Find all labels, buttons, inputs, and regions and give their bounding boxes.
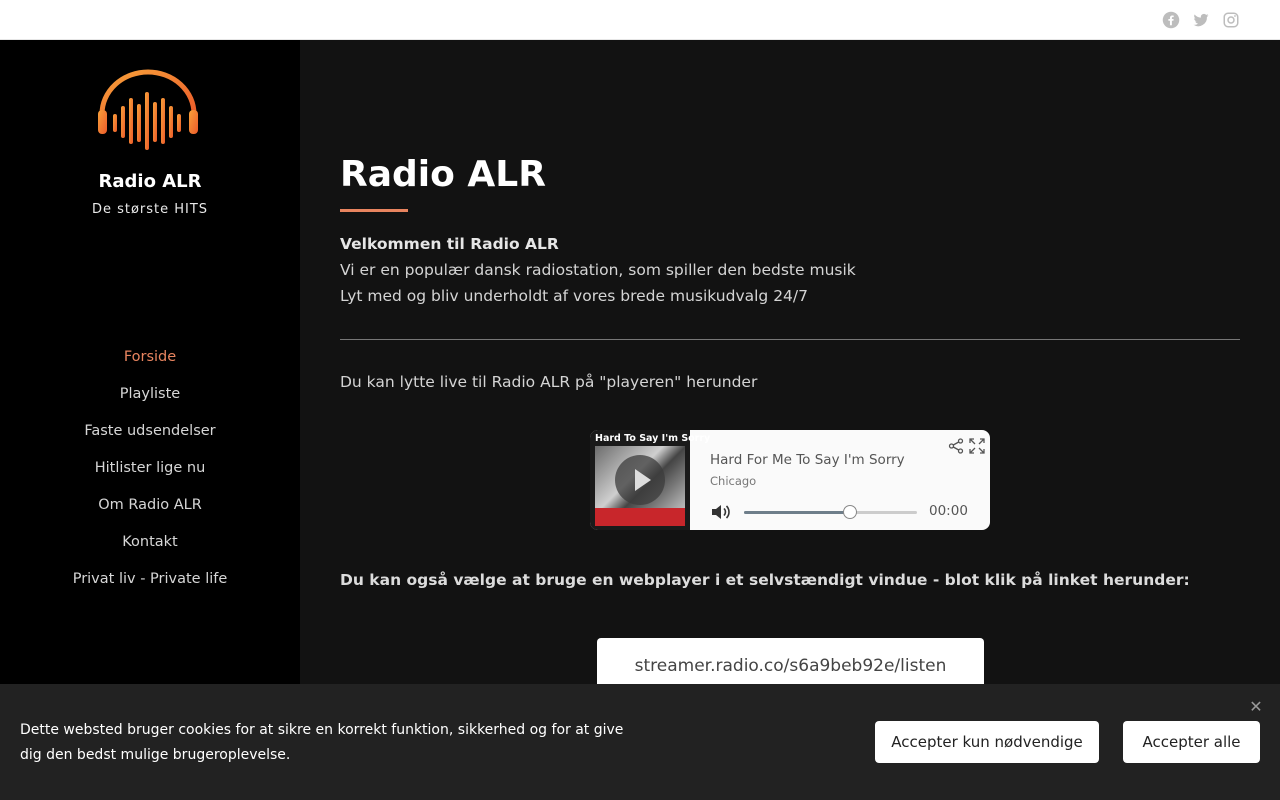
divider: [340, 339, 1240, 340]
volume-slider[interactable]: [744, 505, 917, 519]
close-icon[interactable]: ✕: [1247, 698, 1265, 716]
intro-line-2: Lyt med og bliv underholdt af vores bred…: [340, 287, 809, 305]
twitter-icon[interactable]: [1192, 11, 1210, 29]
social-links: [1162, 11, 1240, 29]
nav-item-privat-liv[interactable]: Privat liv - Private life: [0, 569, 300, 606]
play-icon[interactable]: [615, 455, 665, 505]
instagram-icon[interactable]: [1222, 11, 1240, 29]
facebook-icon[interactable]: [1162, 11, 1180, 29]
cookie-text: Dette websted bruger cookies for at sikr…: [20, 722, 624, 763]
title-underline: [340, 209, 408, 212]
nav-item-forside[interactable]: Forside: [0, 347, 300, 384]
nav-item-playliste[interactable]: Playliste: [0, 384, 300, 421]
album-cover-title: Hard To Say I'm Sorry: [595, 433, 711, 444]
intro-line-1: Vi er en populær dansk radiostation, som…: [340, 261, 856, 279]
album-cover: Hard To Say I'm Sorry: [590, 430, 710, 530]
track-title: Hard For Me To Say I'm Sorry: [710, 452, 905, 468]
volume-icon[interactable]: [710, 502, 730, 522]
nav-item-kontakt[interactable]: Kontakt: [0, 532, 300, 569]
radio-player: Hard To Say I'm Sorry Hard For Me To Say…: [590, 430, 990, 530]
intro-bold: Velkommen til Radio ALR: [340, 235, 559, 253]
page-title: Radio ALR: [340, 154, 546, 195]
share-icon[interactable]: [948, 438, 964, 454]
accept-necessary-button[interactable]: Accepter kun nødvendige: [875, 721, 1099, 763]
site-title[interactable]: Radio ALR: [0, 171, 300, 192]
site-subtitle: De største HITS: [91, 202, 209, 217]
time-display: 00:00: [929, 503, 968, 519]
album-cover-band: [595, 508, 685, 526]
headphones-logo-icon[interactable]: [96, 68, 200, 152]
nav-item-om-radio-alr[interactable]: Om Radio ALR: [0, 495, 300, 532]
track-artist: Chicago: [710, 474, 757, 488]
main-nav: Forside Playliste Faste udsendelser Hitl…: [0, 347, 300, 606]
accept-all-button[interactable]: Accepter alle: [1123, 721, 1260, 763]
webplayer-text: Du kan også vælge at bruge en webplayer …: [340, 571, 1190, 589]
volume-slider-fill: [744, 511, 850, 514]
cookie-banner: Dette websted bruger cookies for at sikr…: [0, 684, 1280, 800]
top-bar: [0, 0, 1280, 40]
nav-item-hitlister[interactable]: Hitlister lige nu: [0, 458, 300, 495]
nav-item-faste-udsendelser[interactable]: Faste udsendelser: [0, 421, 300, 458]
listen-text: Du kan lytte live til Radio ALR på "play…: [340, 373, 758, 391]
volume-slider-knob[interactable]: [842, 505, 857, 519]
intro-text: Velkommen til Radio ALR Vi er en populær…: [340, 231, 1240, 309]
fullscreen-icon[interactable]: [969, 438, 985, 454]
